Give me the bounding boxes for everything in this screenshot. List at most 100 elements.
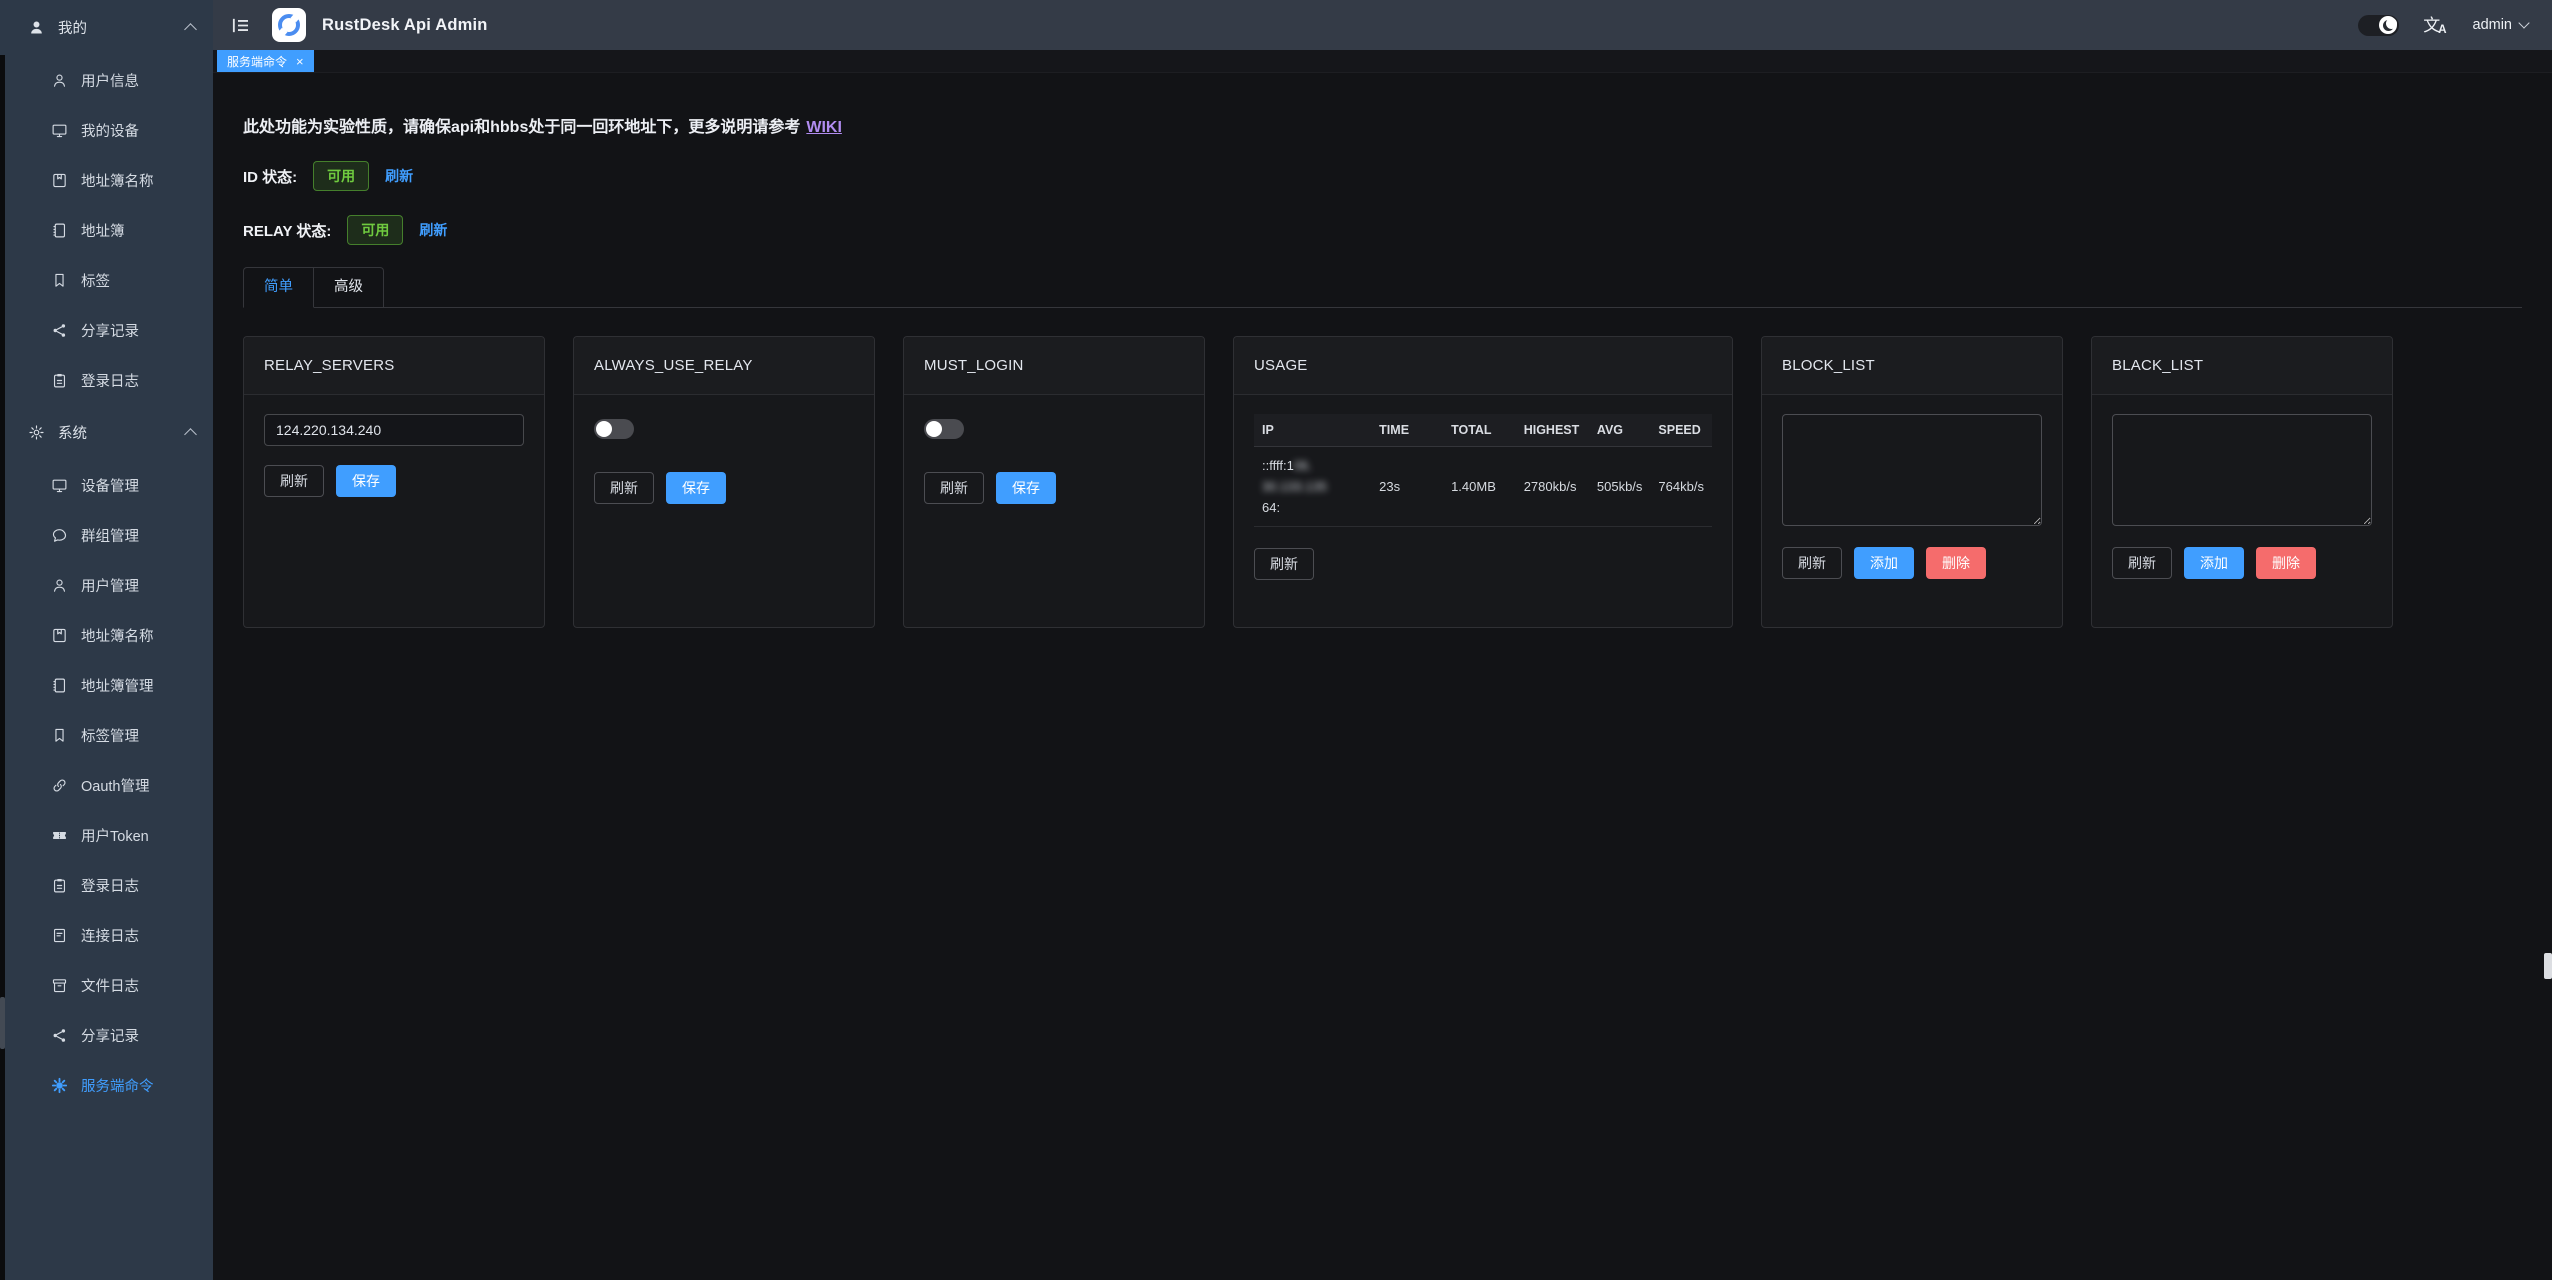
redacted-ip-part: 30.133.135 <box>1262 479 1327 494</box>
card-title: RELAY_SERVERS <box>244 337 544 395</box>
relay-status-refresh-link[interactable]: 刷新 <box>419 220 447 240</box>
col-avg: AVG <box>1589 414 1651 447</box>
usage-speed-cell: 764kb/s <box>1650 447 1712 527</box>
card-block-list: BLOCK_LIST 刷新 添加 删除 <box>1761 336 2063 628</box>
save-button[interactable]: 保存 <box>336 465 396 497</box>
share-icon <box>50 1026 68 1044</box>
main-column: RustDesk Api Admin 文A admin 服务端命令 × 此处功能… <box>213 0 2552 1280</box>
sidebar-item-user-token[interactable]: 用户Token <box>0 810 213 860</box>
refresh-button[interactable]: 刷新 <box>1254 548 1314 580</box>
sidebar-group-my[interactable]: 我的 <box>0 0 213 55</box>
sidebar-item-oauth-management[interactable]: Oauth管理 <box>0 760 213 810</box>
relay-status-label: RELAY 状态: <box>243 220 331 241</box>
page-scrollbar-thumb[interactable] <box>2544 953 2552 979</box>
refresh-button[interactable]: 刷新 <box>1782 547 1842 579</box>
moon-icon <box>2379 16 2397 34</box>
ticket-icon <box>50 826 68 844</box>
relay-servers-input[interactable] <box>264 414 524 446</box>
sidebar-item-user-info[interactable]: 用户信息 <box>0 55 213 105</box>
sidebar-item-label: 用户管理 <box>81 575 139 596</box>
always-use-relay-switch[interactable] <box>594 419 634 439</box>
chevron-down-icon <box>2518 17 2529 28</box>
experimental-notice: 此处功能为实验性质，请确保api和hbbs处于同一回环地址下，更多说明请参考 WI… <box>243 113 2522 137</box>
sidebar-item-label: 标签管理 <box>81 725 139 746</box>
wiki-link[interactable]: WIKI <box>806 119 842 136</box>
sidebar-item-addressbook-management[interactable]: 地址簿管理 <box>0 660 213 710</box>
refresh-button[interactable]: 刷新 <box>264 465 324 497</box>
sidebar-item-share-records[interactable]: 分享记录 <box>0 305 213 355</box>
save-button[interactable]: 保存 <box>666 472 726 504</box>
sidebar-group-system[interactable]: 系统 <box>0 405 213 460</box>
tab-advanced[interactable]: 高级 <box>314 267 384 308</box>
sidebar-scrollbar-thumb[interactable] <box>0 997 5 1049</box>
delete-button[interactable]: 删除 <box>1926 547 1986 579</box>
sidebar-item-label: 登录日志 <box>81 875 139 896</box>
sidebar-item-file-log[interactable]: 文件日志 <box>0 960 213 1010</box>
sidebar-item-label: 我的设备 <box>81 120 139 141</box>
black-list-textarea[interactable] <box>2112 414 2372 526</box>
sidebar-item-tags[interactable]: 标签 <box>0 255 213 305</box>
user-outline-icon <box>50 71 68 89</box>
sidebar-item-label: 设备管理 <box>81 475 139 496</box>
must-login-switch[interactable] <box>924 419 964 439</box>
notebook-icon <box>50 221 68 239</box>
redacted-ip-part: 06. <box>1294 458 1312 473</box>
header-actions: 文A admin <box>2358 15 2528 36</box>
tab-server-command[interactable]: 服务端命令 × <box>217 50 314 72</box>
dark-mode-toggle[interactable] <box>2358 15 2399 36</box>
id-status-refresh-link[interactable]: 刷新 <box>385 166 413 186</box>
refresh-button[interactable]: 刷新 <box>594 472 654 504</box>
sidebar-item-my-devices[interactable]: 我的设备 <box>0 105 213 155</box>
sidebar-item-user-management[interactable]: 用户管理 <box>0 560 213 610</box>
col-speed: SPEED <box>1650 414 1712 447</box>
rustdesk-admin-app: 我的 用户信息 我的设备 地址簿名称 地址簿 <box>0 0 2552 1280</box>
tab-simple[interactable]: 简单 <box>243 267 314 308</box>
content: 此处功能为实验性质，请确保api和hbbs处于同一回环地址下，更多说明请参考 WI… <box>213 73 2552 1280</box>
sidebar-item-addressbook[interactable]: 地址簿 <box>0 205 213 255</box>
archive-icon <box>50 976 68 994</box>
fold-menu-icon[interactable] <box>229 15 252 36</box>
sidebar-item-addressbook-name[interactable]: 地址簿名称 <box>0 155 213 205</box>
save-button[interactable]: 保存 <box>996 472 1056 504</box>
usage-time-cell: 23s <box>1371 447 1443 527</box>
user-menu-label: admin <box>2473 17 2513 33</box>
sidebar-item-label: 分享记录 <box>81 320 139 341</box>
id-status-row: ID 状态: 可用 刷新 <box>243 161 2522 191</box>
delete-button[interactable]: 删除 <box>2256 547 2316 579</box>
sidebar-item-label: 地址簿名称 <box>81 170 154 191</box>
user-menu[interactable]: admin <box>2473 17 2529 33</box>
relay-status-row: RELAY 状态: 可用 刷新 <box>243 215 2522 245</box>
monitor-icon <box>50 476 68 494</box>
chevron-up-icon <box>184 428 197 441</box>
refresh-button[interactable]: 刷新 <box>2112 547 2172 579</box>
add-button[interactable]: 添加 <box>2184 547 2244 579</box>
sidebar-item-login-logs[interactable]: 登录日志 <box>0 355 213 405</box>
card-title: USAGE <box>1234 337 1732 395</box>
sidebar-item-group-management[interactable]: 群组管理 <box>0 510 213 560</box>
notice-text: 此处功能为实验性质，请确保api和hbbs处于同一回环地址下，更多说明请参考 <box>243 119 800 136</box>
sidebar-item-addressbook-name-admin[interactable]: 地址簿名称 <box>0 610 213 660</box>
sidebar-scrollbar-track[interactable] <box>0 55 5 1280</box>
sidebar-item-label: 地址簿名称 <box>81 625 154 646</box>
add-button[interactable]: 添加 <box>1854 547 1914 579</box>
card-black-list: BLACK_LIST 刷新 添加 删除 <box>2091 336 2393 628</box>
refresh-button[interactable]: 刷新 <box>924 472 984 504</box>
col-total: TOTAL <box>1443 414 1516 447</box>
app-title: RustDesk Api Admin <box>322 16 488 35</box>
translate-icon[interactable]: 文A <box>2423 17 2448 34</box>
sidebar-item-server-command[interactable]: 服务端命令 <box>0 1060 213 1110</box>
block-list-textarea[interactable] <box>1782 414 2042 526</box>
sidebar-item-label: 文件日志 <box>81 975 139 996</box>
close-icon[interactable]: × <box>296 55 304 68</box>
card-always-use-relay: ALWAYS_USE_RELAY 刷新 保存 <box>573 336 875 628</box>
card-title: BLACK_LIST <box>2092 337 2392 395</box>
sidebar-item-connection-log[interactable]: 连接日志 <box>0 910 213 960</box>
sidebar-item-device-management[interactable]: 设备管理 <box>0 460 213 510</box>
sidebar-item-share-records-admin[interactable]: 分享记录 <box>0 1010 213 1060</box>
app-header: RustDesk Api Admin 文A admin <box>213 0 2552 50</box>
sidebar-item-login-log-admin[interactable]: 登录日志 <box>0 860 213 910</box>
clipboard-icon <box>50 371 68 389</box>
settings-cards: RELAY_SERVERS 刷新 保存 ALWAYS_USE_RELAY <box>243 336 2522 628</box>
usage-avg-cell: 505kb/s <box>1589 447 1651 527</box>
sidebar-item-tag-management[interactable]: 标签管理 <box>0 710 213 760</box>
